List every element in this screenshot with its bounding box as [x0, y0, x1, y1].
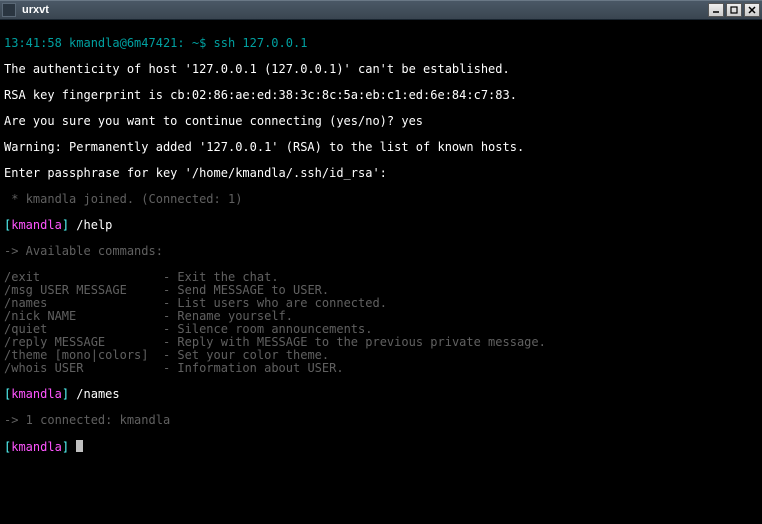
help-cmd: /theme [mono|colors]: [4, 348, 163, 362]
terminal-content[interactable]: 13:41:58 kmandla@6m47421: ~$ ssh 127.0.0…: [0, 20, 762, 524]
shell-prompt-text: 13:41:58 kmandla@6m47421: ~$ ssh 127.0.0…: [4, 36, 307, 50]
cmd-help: /help: [69, 218, 112, 232]
line-input[interactable]: [kmandla]: [4, 440, 83, 454]
help-cmd: /exit: [4, 270, 163, 284]
line-passphrase: Enter passphrase for key '/home/kmandla/…: [4, 167, 758, 180]
help-desc: - Silence room announcements.: [163, 322, 373, 336]
line-shell-prompt: 13:41:58 kmandla@6m47421: ~$ ssh 127.0.0…: [4, 37, 758, 50]
help-cmd: /reply MESSAGE: [4, 335, 163, 349]
help-cmd: /msg USER MESSAGE: [4, 283, 163, 297]
help-desc: - Information about USER.: [163, 361, 344, 375]
line-warning: Warning: Permanently added '127.0.0.1' (…: [4, 141, 758, 154]
help-desc: - List users who are connected.: [163, 296, 387, 310]
minimize-icon: [712, 6, 720, 14]
app-icon: [2, 3, 16, 17]
help-cmd: /names: [4, 296, 163, 310]
window-title: urxvt: [22, 4, 708, 16]
line-fingerprint: RSA key fingerprint is cb:02:86:ae:ed:38…: [4, 89, 758, 102]
cmd-names: /names: [69, 387, 120, 401]
window-controls: [708, 3, 760, 17]
chat-username: kmandla: [11, 440, 62, 454]
maximize-icon: [730, 6, 738, 14]
line-names-response: -> 1 connected: kmandla: [4, 414, 758, 427]
maximize-button[interactable]: [726, 3, 742, 17]
line-help-header: -> Available commands:: [4, 245, 758, 258]
help-desc: - Rename yourself.: [163, 309, 293, 323]
line-user-help: [kmandla] /help: [4, 219, 758, 232]
help-cmd: /whois USER: [4, 361, 163, 375]
cursor-icon: [76, 440, 83, 452]
close-icon: [748, 6, 756, 14]
close-button[interactable]: [744, 3, 760, 17]
titlebar[interactable]: urxvt: [0, 0, 762, 20]
line-user-names: [kmandla] /names: [4, 388, 758, 401]
terminal-window: urxvt 13:41:58 kmandla@6m47421: ~$ ssh 1…: [0, 0, 762, 524]
help-desc: - Set your color theme.: [163, 348, 329, 362]
help-desc: - Exit the chat.: [163, 270, 279, 284]
help-desc: - Reply with MESSAGE to the previous pri…: [163, 335, 546, 349]
chat-username: kmandla: [11, 218, 62, 232]
chat-username: kmandla: [11, 387, 62, 401]
help-desc: - Send MESSAGE to USER.: [163, 283, 329, 297]
input-text[interactable]: [69, 440, 76, 454]
minimize-button[interactable]: [708, 3, 724, 17]
help-line: /whois USER - Information about USER.: [4, 362, 758, 375]
help-cmd: /nick NAME: [4, 309, 163, 323]
line-auth: The authenticity of host '127.0.0.1 (127…: [4, 63, 758, 76]
help-cmd: /quiet: [4, 322, 163, 336]
line-joined: * kmandla joined. (Connected: 1): [4, 193, 758, 206]
line-confirm: Are you sure you want to continue connec…: [4, 115, 758, 128]
